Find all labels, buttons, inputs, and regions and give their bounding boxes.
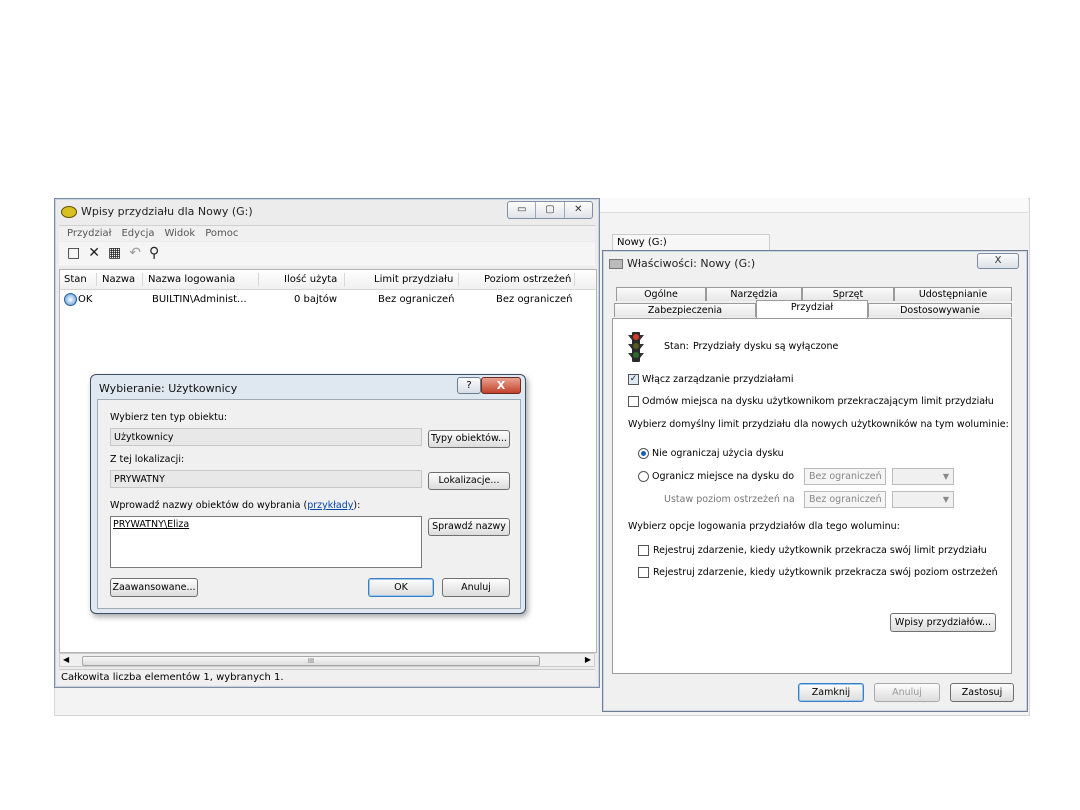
status-ok-icon	[64, 290, 77, 309]
drive-icon	[609, 259, 623, 269]
deny-space-checkbox[interactable]	[628, 396, 639, 407]
horizontal-scrollbar[interactable]: ◀ III ▶	[59, 653, 595, 667]
tab-przydzial[interactable]: Przydział	[756, 300, 868, 318]
column-header-nazwa[interactable]: Nazwa	[102, 270, 135, 289]
delete-icon[interactable]: ✕	[88, 242, 100, 266]
close-button[interactable]: Zamknij	[798, 683, 864, 702]
background-toolbar	[600, 198, 1028, 213]
no-limit-radio[interactable]	[638, 448, 649, 459]
enable-quota-label: Włącz zarządzanie przydziałami	[642, 374, 794, 385]
location-field: PRYWATNY	[110, 470, 422, 488]
limit-radio[interactable]	[638, 471, 649, 482]
object-types-button[interactable]: Typy obiektów...	[428, 430, 510, 448]
cell-status: OK	[78, 294, 93, 305]
log-warning-label: Rejestruj zdarzenie, kiedy użytkownik pr…	[653, 567, 998, 578]
object-names-input[interactable]: PRYWATNY\Eliza	[110, 516, 422, 568]
toolbar: □ ✕ ▦ ↶ ⚲	[59, 242, 595, 266]
properties-cancel-button[interactable]: Anuluj	[874, 683, 940, 702]
limit-radio-label: Ogranicz miejsce na dysku do	[652, 471, 795, 482]
dialog-close-button[interactable]: X	[481, 377, 521, 394]
status-label: Stan:	[664, 341, 689, 352]
table-row[interactable]: OK BUILTIN\Administ... 0 bajtów Bez ogra…	[60, 290, 596, 308]
object-type-field: Użytkownicy	[110, 428, 422, 446]
log-warning-checkbox[interactable]	[638, 567, 649, 578]
limit-value-field[interactable]: Bez ograniczeń	[804, 468, 886, 485]
cancel-button[interactable]: Anuluj	[442, 578, 510, 597]
traffic-light-icon	[628, 332, 644, 362]
warning-label: Ustaw poziom ostrzeżeń na	[664, 494, 795, 505]
apply-button[interactable]: Zastosuj	[950, 683, 1014, 702]
default-limit-heading: Wybierz domyślny limit przydziału dla no…	[628, 419, 1009, 430]
column-header-stan[interactable]: Stan	[64, 270, 87, 289]
find-icon[interactable]: ⚲	[149, 242, 159, 266]
window-controls: ▭ ▢ ✕	[507, 201, 593, 219]
cell-login: BUILTIN\Administ...	[152, 294, 247, 305]
locations-button[interactable]: Lokalizacje...	[428, 472, 510, 490]
select-users-dialog: Wybieranie: Użytkownicy ? X Wybierz ten …	[90, 374, 526, 614]
check-names-button[interactable]: Sprawdź nazwy	[428, 518, 510, 536]
scroll-right-icon[interactable]: ▶	[585, 654, 591, 666]
menu-widok[interactable]: Widok	[164, 226, 195, 241]
dialog-body: Wybierz ten typ obiektu: Użytkownicy Typ…	[97, 399, 521, 609]
menu-bar: Przydział Edycja Widok Pomoc	[59, 225, 595, 241]
object-type-label: Wybierz ten typ obiektu:	[110, 412, 228, 423]
ok-button[interactable]: OK	[368, 578, 434, 597]
column-header-warning[interactable]: Poziom ostrzeżeń	[484, 270, 571, 289]
list-header: Stan Nazwa Nazwa logowania Ilość użyta L…	[60, 270, 596, 290]
warning-unit-dropdown[interactable]: ▼	[892, 491, 954, 508]
cell-limit: Bez ograniczeń	[378, 294, 455, 305]
tab-sprzet[interactable]: Sprzęt	[802, 287, 894, 301]
maximize-icon[interactable]: ▢	[536, 202, 565, 218]
logging-heading: Wybierz opcje logowania przydziałów dla …	[628, 521, 900, 532]
log-limit-checkbox[interactable]	[638, 545, 649, 556]
column-header-used[interactable]: Ilość użyta	[284, 270, 337, 289]
column-header-login[interactable]: Nazwa logowania	[148, 270, 235, 289]
tab-ogolne[interactable]: Ogólne	[616, 287, 706, 301]
dialog-title: Wybieranie: Użytkownicy	[99, 382, 238, 395]
scroll-thumb[interactable]: III	[82, 656, 540, 666]
menu-przydzial[interactable]: Przydział	[67, 226, 111, 241]
quota-entries-button[interactable]: Wpisy przydziałów...	[890, 613, 996, 632]
limit-unit-dropdown[interactable]: ▼	[892, 468, 954, 485]
tab-udostepnianie[interactable]: Udostępnianie	[894, 287, 1012, 301]
status-value: Przydziały dysku są wyłączone	[693, 341, 839, 352]
location-label: Z tej lokalizacji:	[110, 454, 185, 465]
scroll-left-icon[interactable]: ◀	[63, 654, 69, 666]
tab-zabezpieczenia[interactable]: Zabezpieczenia	[614, 303, 756, 317]
deny-space-label: Odmów miejsca na dysku użytkownikom prze…	[642, 396, 994, 407]
help-button[interactable]: ?	[457, 377, 481, 394]
enable-quota-checkbox[interactable]: ✓	[628, 374, 639, 385]
names-label: Wprowadź nazwy obiektów do wybrania (prz…	[110, 500, 361, 511]
no-limit-label: Nie ograniczaj użycia dysku	[652, 448, 784, 459]
close-icon[interactable]: ✕	[565, 202, 592, 218]
status-bar: Całkowita liczba elementów 1, wybranych …	[59, 669, 595, 685]
warning-value-field[interactable]: Bez ograniczeń	[804, 491, 886, 508]
menu-pomoc[interactable]: Pomoc	[205, 226, 238, 241]
examples-link[interactable]: przykłady	[307, 500, 353, 511]
tab-narzedzia[interactable]: Narzędzia	[706, 287, 802, 301]
undo-icon[interactable]: ↶	[129, 242, 141, 266]
menu-edycja[interactable]: Edycja	[121, 226, 154, 241]
properties-title: Właściwości: Nowy (G:)	[609, 255, 755, 273]
properties-close-button[interactable]: X	[977, 253, 1019, 269]
properties-icon[interactable]: ▦	[108, 242, 121, 266]
log-limit-label: Rejestruj zdarzenie, kiedy użytkownik pr…	[653, 545, 987, 556]
window-title: Wpisy przydziału dla Nowy (G:)	[61, 203, 253, 221]
advanced-button[interactable]: Zaawansowane...	[110, 578, 198, 597]
new-entry-icon[interactable]: □	[67, 242, 80, 266]
minimize-icon[interactable]: ▭	[508, 202, 537, 218]
column-header-limit[interactable]: Limit przydziału	[374, 270, 453, 289]
cell-used: 0 bajtów	[294, 294, 338, 305]
cell-warning: Bez ograniczeń	[496, 294, 573, 305]
tab-dostosowywanie[interactable]: Dostosowywanie	[868, 303, 1012, 317]
drive-icon	[61, 206, 77, 218]
